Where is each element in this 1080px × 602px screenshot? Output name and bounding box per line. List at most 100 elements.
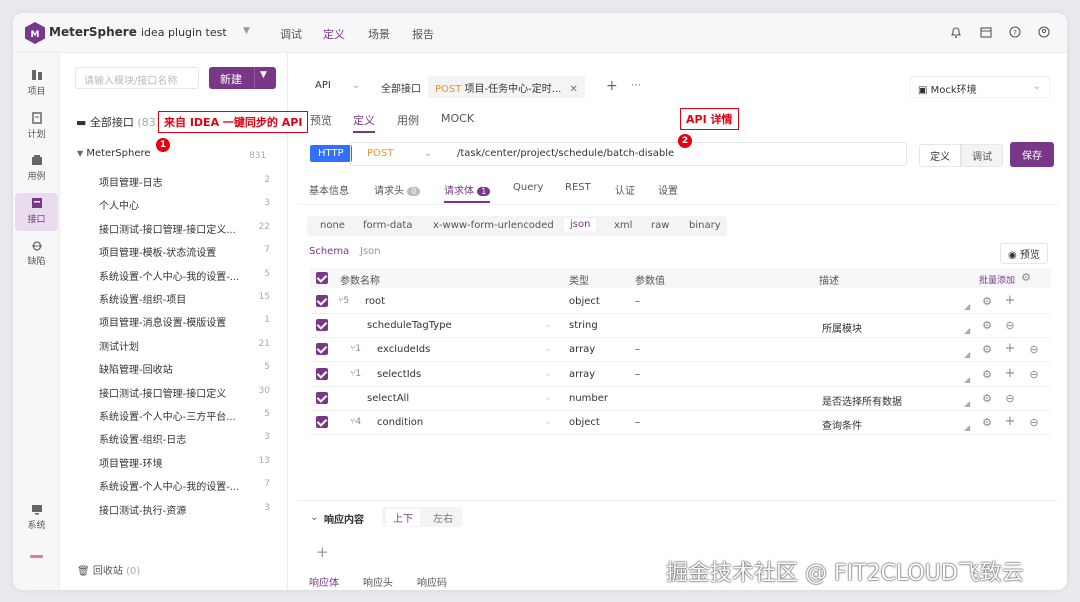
gear-icon[interactable]: ⚙ xyxy=(981,320,993,332)
batch-add-link[interactable]: 批量添加 xyxy=(979,273,1015,286)
param-type[interactable]: array xyxy=(569,344,595,355)
param-name[interactable]: excludeIds xyxy=(377,344,430,355)
row-checkbox[interactable] xyxy=(316,416,328,428)
tree-item[interactable]: 项目管理-日志 xyxy=(99,174,249,189)
gear-icon[interactable]: ⚙ xyxy=(981,368,993,381)
add-child-icon[interactable]: + xyxy=(1004,415,1016,428)
add-child-icon[interactable]: + xyxy=(1004,294,1016,307)
lnav-bug[interactable]: 缺陷 xyxy=(15,235,58,273)
resp-tab-code[interactable]: 响应码 xyxy=(417,574,447,589)
resize-handle-icon[interactable]: ◢ xyxy=(964,399,970,408)
remove-circle-icon[interactable]: ⊖ xyxy=(1028,368,1040,381)
tree-item[interactable]: 项目管理-模板-状态流设置 xyxy=(99,244,249,259)
req-tab-auth[interactable]: 认证 xyxy=(615,182,635,197)
tree-root-node[interactable]: ▼ MeterSphere xyxy=(77,148,151,159)
remove-circle-icon[interactable]: ⊖ xyxy=(1004,392,1016,405)
tree-item[interactable]: 项目管理-消息设置-模版设置 xyxy=(99,314,249,329)
topnav-scenario[interactable]: 场景 xyxy=(368,26,390,42)
tree-item[interactable]: 系统设置-个人中心-我的设置-... xyxy=(99,268,249,283)
tree-item[interactable]: 项目管理-环境 xyxy=(99,455,249,470)
tree-item[interactable]: 系统设置-个人中心-我的设置-... xyxy=(99,478,249,493)
lnav-project[interactable]: 项目 xyxy=(15,65,58,103)
row-checkbox[interactable] xyxy=(316,391,328,404)
caret-down-icon[interactable]: ▼ xyxy=(77,149,83,158)
tree-item[interactable]: 接口测试-接口管理-接口定义... xyxy=(99,221,249,236)
param-name[interactable]: condition xyxy=(377,417,423,428)
resize-handle-icon[interactable]: ◢ xyxy=(964,326,970,335)
body-type-binary[interactable]: binary xyxy=(689,220,721,231)
topnav-report[interactable]: 报告 xyxy=(412,26,434,42)
chevron-down-icon[interactable]: ⌄ xyxy=(424,148,432,159)
all-apis-node[interactable]: ▬ 全部接口 (831) xyxy=(76,114,167,130)
mode-debug-button[interactable]: 调试 xyxy=(961,144,1003,167)
tree-item[interactable]: 系统设置-组织-项目 xyxy=(99,291,249,306)
method-select[interactable]: POST xyxy=(367,148,393,159)
tree-item[interactable]: 接口测试-接口管理-接口定义 xyxy=(99,385,249,400)
json-toggle[interactable]: Json xyxy=(360,246,381,257)
layout-vertical-button[interactable]: 上下 xyxy=(386,509,420,526)
view-tab-define[interactable]: 定义 xyxy=(353,112,375,128)
req-tab-headers[interactable]: 请求头 0 xyxy=(374,182,421,197)
more-icon[interactable]: ⋯ xyxy=(624,76,648,98)
param-name[interactable]: selectIds xyxy=(377,369,421,380)
topnav-define[interactable]: 定义 xyxy=(323,26,345,42)
resize-handle-icon[interactable]: ◢ xyxy=(964,375,970,384)
tree-item[interactable]: 接口测试-执行-资源 xyxy=(99,502,249,517)
param-type[interactable]: object xyxy=(569,296,600,307)
req-tab-body[interactable]: 请求体 1 xyxy=(444,182,491,197)
help-icon[interactable]: ? xyxy=(1008,25,1022,39)
chevron-down-icon[interactable]: ⌄ xyxy=(545,344,552,353)
gear-icon[interactable]: ⚙ xyxy=(981,344,993,356)
body-type-raw[interactable]: raw xyxy=(651,220,669,231)
body-type-urlencoded[interactable]: x-www-form-urlencoded xyxy=(433,220,554,231)
mode-define-button[interactable]: 定义 xyxy=(919,144,961,167)
remove-circle-icon[interactable]: ⊖ xyxy=(1004,320,1016,332)
tree-item[interactable]: 缺陷管理-回收站 xyxy=(99,361,249,376)
lnav-system[interactable]: 系统 xyxy=(15,499,58,537)
view-tab-preview[interactable]: 预览 xyxy=(310,112,332,128)
new-button[interactable]: 新建 ▼ xyxy=(209,67,276,89)
lnav-plan[interactable]: 计划 xyxy=(15,108,58,146)
body-type-xml[interactable]: xml xyxy=(614,220,632,231)
collapse-icon[interactable]: ⌄ xyxy=(310,512,318,523)
chevron-down-icon[interactable]: ⌄ xyxy=(545,417,552,426)
layout-horizontal-button[interactable]: 左右 xyxy=(433,510,453,525)
param-value[interactable]: – xyxy=(635,369,640,380)
add-child-icon[interactable]: + xyxy=(1004,367,1016,380)
lnav-api[interactable]: 接口 xyxy=(15,193,58,231)
bell-icon[interactable] xyxy=(949,25,963,39)
topnav-debug[interactable]: 调试 xyxy=(280,26,302,42)
view-tab-case[interactable]: 用例 xyxy=(397,112,419,128)
body-type-json[interactable]: json xyxy=(564,218,597,231)
add-tab-icon[interactable]: + xyxy=(599,74,625,96)
view-tab-mock[interactable]: MOCK xyxy=(441,112,474,125)
row-checkbox[interactable] xyxy=(316,319,328,332)
url-input[interactable]: /task/center/project/schedule/batch-disa… xyxy=(457,148,674,159)
save-button[interactable]: 保存 xyxy=(1010,142,1054,167)
chevron-down-icon[interactable]: ⌄ xyxy=(545,393,552,402)
add-child-icon[interactable]: + xyxy=(1004,342,1016,355)
preview-button[interactable]: ◉ 预览 xyxy=(1000,243,1048,264)
param-type[interactable]: array xyxy=(569,369,595,380)
chevron-down-icon[interactable]: ▼ xyxy=(260,70,267,80)
gear-icon[interactable]: ⚙ xyxy=(1020,272,1032,284)
param-type[interactable]: number xyxy=(569,393,608,404)
req-tab-basic[interactable]: 基本信息 xyxy=(309,182,349,197)
calendar-icon[interactable] xyxy=(979,25,993,39)
req-tab-query[interactable]: Query xyxy=(513,182,543,193)
user-icon[interactable] xyxy=(1037,25,1051,39)
type-select[interactable]: API ⌄ xyxy=(308,76,367,98)
schema-toggle[interactable]: Schema xyxy=(309,246,349,257)
body-type-none[interactable]: none xyxy=(320,220,345,231)
param-type[interactable]: string xyxy=(569,320,598,331)
gear-icon[interactable]: ⚙ xyxy=(981,296,993,308)
param-name[interactable]: root xyxy=(365,296,385,307)
add-icon[interactable]: + xyxy=(316,543,329,561)
param-name[interactable]: scheduleTagType xyxy=(367,320,452,331)
protocol-badge[interactable]: HTTP xyxy=(310,145,352,162)
resp-tab-headers[interactable]: 响应头 xyxy=(363,574,393,589)
tab-current-api[interactable]: POST 项目-任务中心-定时... ✕ xyxy=(428,76,585,98)
remove-circle-icon[interactable]: ⊖ xyxy=(1028,344,1040,356)
tree-item[interactable]: 个人中心 xyxy=(99,197,249,212)
req-tab-settings[interactable]: 设置 xyxy=(658,182,678,197)
